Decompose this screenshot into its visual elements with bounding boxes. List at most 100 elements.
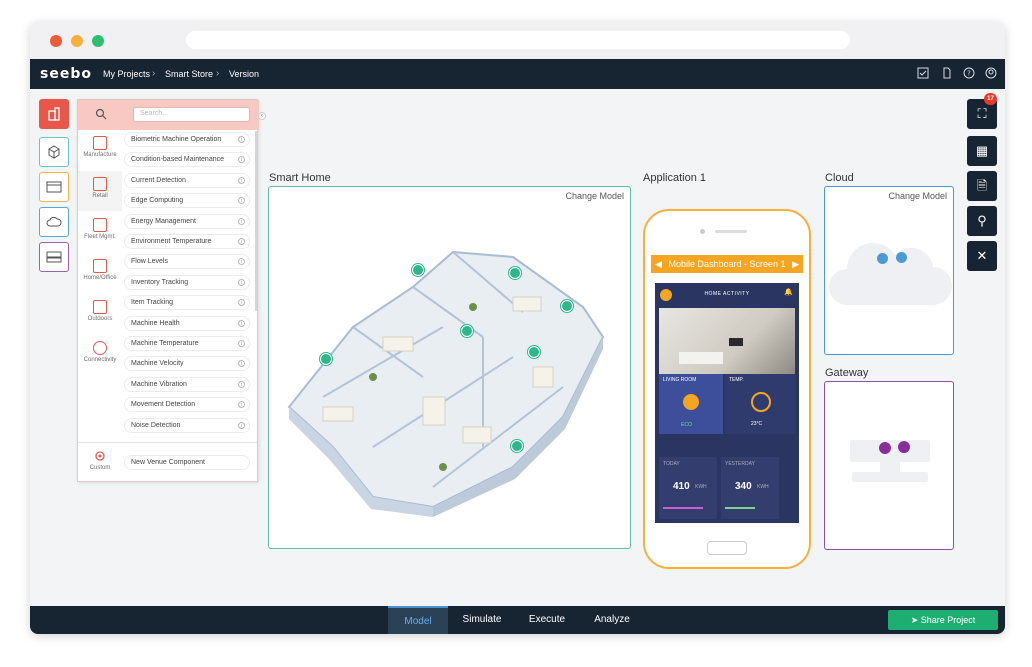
info-icon[interactable]: i <box>238 136 245 143</box>
info-icon[interactable]: i <box>238 176 245 184</box>
tab-execute[interactable]: Execute <box>520 606 574 634</box>
component-item-label: Machine Health <box>131 319 180 327</box>
address-bar[interactable] <box>186 31 850 49</box>
maximize-dot-icon[interactable] <box>92 35 104 47</box>
home-button[interactable] <box>707 541 747 555</box>
info-icon[interactable]: i <box>238 258 245 266</box>
info-icon[interactable]: i <box>238 401 245 409</box>
close-dot-icon[interactable] <box>50 35 62 47</box>
sensor-pin[interactable] <box>528 346 540 358</box>
component-item[interactable]: Item Tracking i <box>124 295 250 311</box>
cloud-frame[interactable]: Change Model <box>824 186 954 355</box>
component-item[interactable]: Biometric Machine Operation i <box>124 132 250 147</box>
panel-scrollbar[interactable] <box>255 131 257 311</box>
document-settings-button[interactable]: 🗎 <box>967 171 997 201</box>
temp-card[interactable]: TEMP. 23°C <box>725 374 795 434</box>
category-manufacture[interactable]: Manufacture <box>78 130 122 170</box>
breadcrumb-my-projects[interactable]: My Projects <box>103 69 150 79</box>
category-custom[interactable]: Custom <box>78 443 122 483</box>
sensor-pin[interactable] <box>511 440 523 452</box>
collapse-panel-icon[interactable]: ‹ <box>258 112 266 120</box>
gateway-frame[interactable] <box>824 381 954 550</box>
tools-button[interactable]: ✕ <box>967 241 997 271</box>
component-item[interactable]: Inventory Tracking i <box>124 274 250 290</box>
sensor-pin[interactable] <box>320 353 332 365</box>
binoculars-button[interactable]: ⛶ 17 <box>967 93 997 129</box>
component-item[interactable]: Flow Levels i <box>124 254 250 270</box>
sensor-pin[interactable] <box>412 264 424 276</box>
info-icon[interactable]: i <box>238 156 245 164</box>
category-connectivity[interactable]: Connectivity <box>78 335 122 375</box>
component-item[interactable]: Edge Computing i <box>124 193 250 209</box>
device-box-icon[interactable] <box>898 441 910 453</box>
component-item[interactable]: Current Detection i <box>124 172 250 188</box>
database-icon[interactable] <box>896 252 907 263</box>
rail-cloud-button[interactable] <box>39 207 69 237</box>
custom-item-new-venue[interactable]: New Venue Component <box>124 455 250 470</box>
info-icon[interactable]: i <box>238 360 245 368</box>
sensor-pin[interactable] <box>509 267 521 279</box>
rail-venue-button[interactable] <box>39 99 69 129</box>
breadcrumb-version[interactable]: Version <box>229 69 259 79</box>
document-icon[interactable] <box>940 67 954 81</box>
change-model-link[interactable]: Change Model <box>565 191 624 201</box>
share-project-button[interactable]: ➤ Share Project <box>888 610 998 630</box>
chevron-right-icon: › <box>216 68 220 79</box>
user-icon[interactable] <box>984 67 998 81</box>
wifi-icon[interactable] <box>879 442 891 454</box>
phone-camera <box>700 229 705 234</box>
component-item[interactable]: Machine Temperature i <box>124 336 250 351</box>
change-model-link[interactable]: Change Model <box>888 191 947 201</box>
component-item[interactable]: Machine Vibration i <box>124 376 250 392</box>
info-icon[interactable]: i <box>238 238 245 245</box>
cloud-service-icon[interactable] <box>877 253 888 264</box>
component-item[interactable]: Movement Detection i <box>124 397 250 413</box>
category-fleet[interactable]: Fleet Mgmt. <box>78 212 122 252</box>
grid-view-button[interactable]: ▦ <box>967 136 997 166</box>
component-item[interactable]: Energy Management i <box>124 213 250 229</box>
component-item[interactable]: Noise Detection i <box>124 417 250 433</box>
breadcrumb-smart-store[interactable]: Smart Store <box>165 69 213 79</box>
rail-gateway-button[interactable] <box>39 242 69 272</box>
info-icon[interactable]: i <box>238 340 245 347</box>
sensor-pin[interactable] <box>461 325 473 337</box>
search-icon[interactable] <box>95 108 107 120</box>
info-icon[interactable]: i <box>238 278 245 286</box>
hierarchy-button[interactable]: ⚲ <box>967 206 997 236</box>
component-item[interactable]: Machine Health i <box>124 315 250 331</box>
smart-home-frame[interactable]: Change Model <box>268 186 631 549</box>
info-icon[interactable]: i <box>238 380 245 388</box>
bell-icon[interactable]: 🔔 <box>784 288 793 296</box>
screen-selector[interactable]: ◀ Mobile Dashboard - Screen 1 ▶ <box>651 255 803 273</box>
info-icon[interactable]: i <box>238 319 245 327</box>
living-room-card[interactable]: LIVING ROOM ECO <box>659 374 723 434</box>
send-icon: ➤ <box>910 615 921 625</box>
category-retail[interactable]: Retail <box>78 171 122 211</box>
application-title: Application 1 <box>643 172 706 184</box>
next-screen-icon[interactable]: ▶ <box>792 255 799 273</box>
tab-model[interactable]: Model <box>388 606 448 634</box>
info-icon[interactable]: i <box>238 421 245 429</box>
info-icon[interactable]: i <box>238 197 245 205</box>
info-icon[interactable]: i <box>238 299 245 307</box>
component-item[interactable]: Machine Velocity i <box>124 356 250 372</box>
today-label: TODAY <box>663 461 680 467</box>
help-icon[interactable]: ? <box>962 67 976 81</box>
component-item[interactable]: Condition-based Maintenance i <box>124 152 250 168</box>
phone-frame[interactable]: ◀ Mobile Dashboard - Screen 1 ▶ HOME ACT… <box>643 209 811 569</box>
checklist-icon[interactable] <box>916 67 930 81</box>
category-home-office[interactable]: Home/Office <box>78 253 122 293</box>
seebo-logo[interactable]: seebo <box>40 66 92 82</box>
sensor-pin[interactable] <box>561 300 573 312</box>
prev-screen-icon[interactable]: ◀ <box>655 255 662 273</box>
search-input[interactable]: Search... <box>133 107 250 122</box>
tab-simulate[interactable]: Simulate <box>454 606 510 634</box>
rail-application-button[interactable] <box>39 172 69 202</box>
rail-product-button[interactable] <box>39 137 69 167</box>
component-item-label: Flow Levels <box>131 258 168 266</box>
minimize-dot-icon[interactable] <box>71 35 83 47</box>
category-outdoors[interactable]: Outdoors <box>78 294 122 334</box>
info-icon[interactable]: i <box>238 217 245 225</box>
tab-analyze[interactable]: Analyze <box>584 606 640 634</box>
component-item[interactable]: Environment Temperature i <box>124 234 250 249</box>
